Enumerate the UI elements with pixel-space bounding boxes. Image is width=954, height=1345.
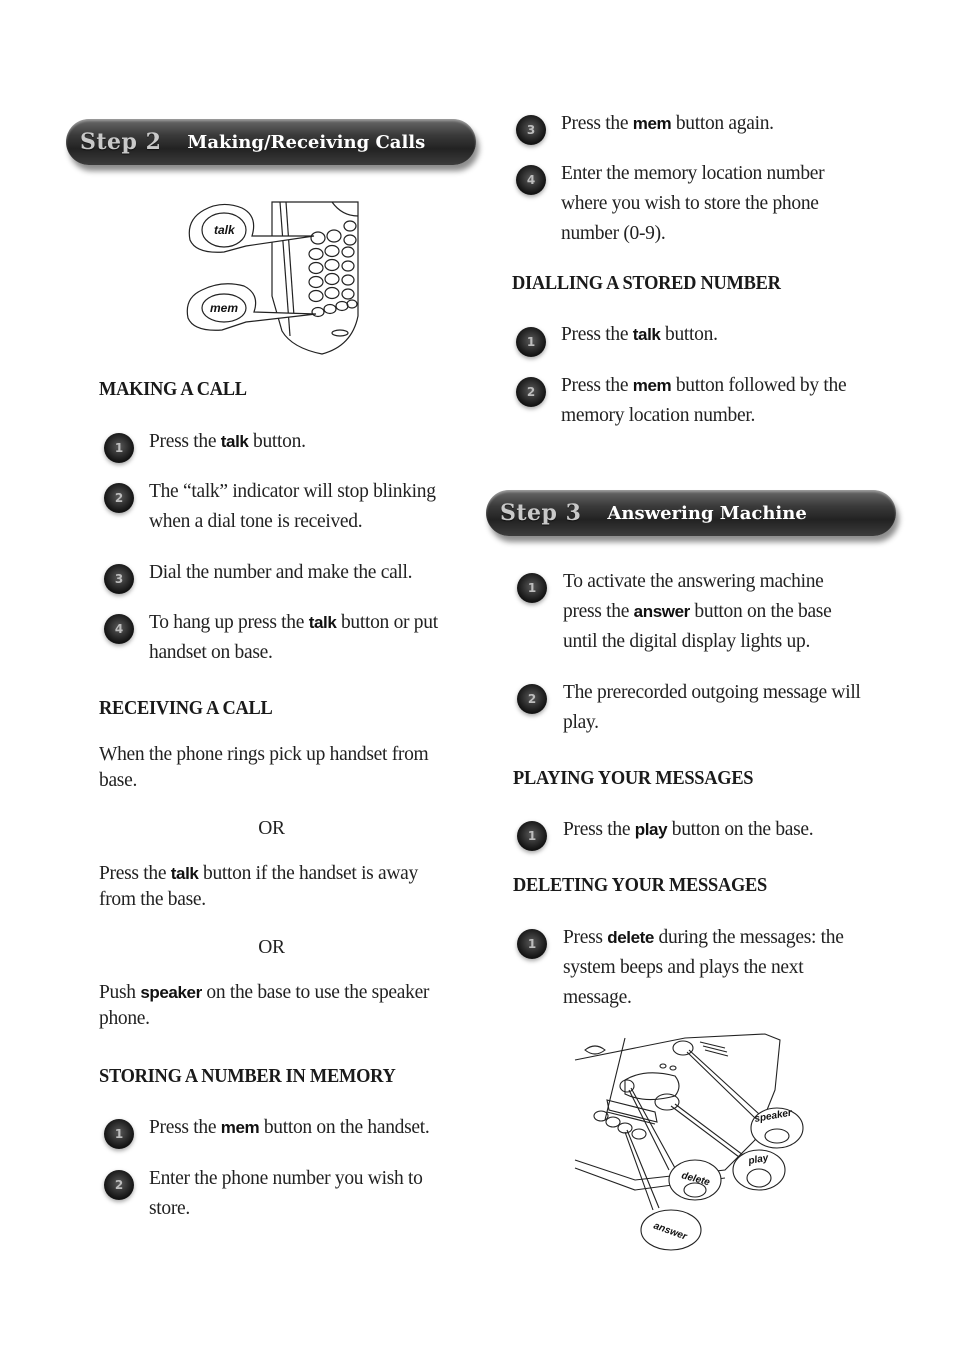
receiving-para-2: Press the talk button if the handset is …: [99, 863, 418, 910]
talk-keyword: talk: [308, 613, 337, 632]
step2-label: Step 2: [80, 129, 162, 155]
delete-keyword: delete: [607, 928, 654, 947]
step-badge-2: 2: [104, 483, 134, 513]
making-a-call-heading: MAKING A CALL: [99, 378, 247, 400]
storing-step-4: Enter the memory location number where y…: [561, 163, 825, 244]
activate-step-1: To activate the answering machine press …: [563, 571, 832, 652]
handset-illustration: talk mem: [186, 201, 359, 355]
keypad: [308, 220, 358, 337]
step-badge-1: 1: [104, 433, 134, 463]
deleting-heading: DELETING YOUR MESSAGES: [513, 874, 767, 896]
playing-heading: PLAYING YOUR MESSAGES: [513, 767, 754, 789]
making-call-step-2: The “talk” indicator will stop blinking …: [149, 481, 436, 532]
storing-heading: STORING A NUMBER IN MEMORY: [99, 1065, 396, 1087]
speaker-keyword: speaker: [140, 983, 202, 1002]
talk-keyword: talk: [220, 432, 249, 451]
talk-keyword: talk: [170, 864, 199, 883]
or-divider-2: OR: [258, 937, 285, 958]
deleting-step-1: Press delete during the messages: the sy…: [563, 927, 844, 1008]
storing-step-1: Press the mem button on the handset.: [149, 1117, 430, 1138]
mem-keyword: mem: [632, 376, 672, 395]
step2-banner: Step 2 Making/Receiving Calls: [66, 119, 476, 165]
step-badge-1: 1: [517, 821, 547, 851]
base-unit-illustration: speaker play delete answer: [574, 1033, 804, 1251]
dialling-heading: DIALLING A STORED NUMBER: [512, 272, 781, 294]
step-badge-2: 2: [517, 684, 547, 714]
receiving-a-call-heading: RECEIVING A CALL: [99, 697, 273, 719]
activate-step-2: The prerecorded outgoing message will pl…: [563, 682, 861, 733]
step3-banner: Step 3 Answering Machine: [486, 490, 896, 536]
talk-callout: [188, 203, 315, 253]
making-call-step-1: Press the talk button.: [149, 431, 306, 452]
step-badge-3: 3: [516, 115, 546, 145]
speaker-button-drawing: [672, 1040, 694, 1056]
step-badge-4: 4: [104, 614, 134, 644]
storing-step-3: Press the mem button again.: [561, 113, 774, 134]
storing-step-2: Enter the phone number you wish to store…: [149, 1168, 423, 1219]
receiving-para-3: Push speaker on the base to use the spea…: [99, 982, 430, 1029]
talk-callout-label: talk: [214, 223, 236, 237]
dialling-step-2: Press the mem button followed by the mem…: [561, 375, 847, 426]
step2-title: Making/Receiving Calls: [187, 131, 426, 153]
or-divider-1: OR: [258, 818, 285, 839]
step-badge-1: 1: [104, 1119, 134, 1149]
play-keyword: play: [634, 820, 668, 839]
step-badge-2: 2: [516, 377, 546, 407]
dialling-step-1: Press the talk button.: [561, 324, 718, 345]
step-badge-1: 1: [517, 573, 547, 603]
receiving-para-1: When the phone rings pick up handset fro…: [99, 744, 429, 791]
making-call-step-4: To hang up press the talk button or put …: [149, 612, 438, 663]
step-badge-4: 4: [516, 165, 546, 195]
step3-label: Step 3: [500, 500, 582, 526]
answer-keyword: answer: [633, 602, 691, 621]
step-badge-3: 3: [104, 564, 134, 594]
playing-step-1: Press the play button on the base.: [563, 819, 814, 840]
talk-keyword: talk: [632, 325, 661, 344]
step-badge-1: 1: [517, 929, 547, 959]
mem-callout-label: mem: [210, 301, 238, 315]
making-call-step-3: Dial the number and make the call.: [149, 562, 413, 583]
step-badge-1: 1: [516, 327, 546, 357]
mem-keyword: mem: [632, 114, 672, 133]
mem-callout: [186, 283, 317, 331]
mem-keyword: mem: [220, 1118, 260, 1137]
step3-title: Answering Machine: [607, 502, 807, 524]
step-badge-2: 2: [104, 1170, 134, 1200]
